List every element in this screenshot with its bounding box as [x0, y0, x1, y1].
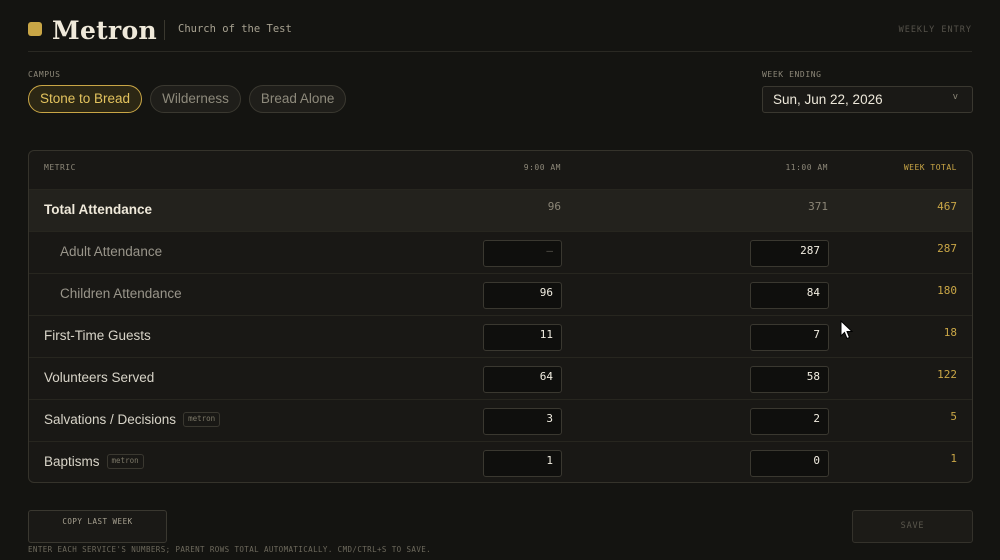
row-label: Children Attendance: [60, 286, 182, 301]
service-1-input[interactable]: –: [483, 240, 562, 267]
table-row-salvations-decisions: Salvations / Decisions metron 3 2 5: [29, 399, 972, 441]
metric-tag-badge: metron: [183, 412, 221, 427]
row-label: Baptisms metron: [44, 454, 144, 469]
brand-name: Metron: [52, 16, 157, 45]
row-label-text: Total Attendance: [44, 202, 153, 217]
campus-pill-wilderness[interactable]: Wilderness: [150, 85, 241, 113]
computed-value-service-2: 371: [808, 200, 828, 213]
week-ending-select[interactable]: Sun, Jun 22, 2026 v: [762, 86, 973, 113]
chevron-down-icon: v: [952, 92, 958, 102]
app-header: Metron Church of the Test WEEKLY ENTRY: [28, 14, 972, 52]
column-header-service-1: 9:00 AM: [523, 163, 561, 172]
week-total-value: 467: [937, 200, 957, 213]
row-label: Total Attendance: [44, 202, 152, 217]
week-ending-label: WEEK ENDING: [762, 70, 822, 79]
church-name: Church of the Test: [178, 23, 292, 35]
table-row-first-time-guests: First-Time Guests 11 7 18: [29, 315, 972, 357]
row-label: First-Time Guests: [44, 328, 151, 343]
week-total-value: 5: [950, 410, 957, 423]
table-row-baptisms: Baptisms metron 1 0 1: [29, 441, 972, 482]
metric-tag-badge: metron: [106, 454, 144, 469]
service-1-input[interactable]: 3: [483, 408, 562, 435]
row-label: Salvations / Decisions metron: [44, 412, 221, 427]
service-2-input[interactable]: 2: [750, 408, 829, 435]
week-total-value: 1: [950, 452, 957, 465]
service-1-input[interactable]: 96: [483, 282, 562, 309]
row-label: Adult Attendance: [60, 244, 162, 259]
service-2-input[interactable]: 0: [750, 450, 829, 477]
service-1-input[interactable]: 11: [483, 324, 562, 351]
copy-last-week-button[interactable]: COPY LAST WEEK: [28, 510, 167, 543]
column-header-metric: METRIC: [44, 163, 76, 172]
service-2-input[interactable]: 287: [750, 240, 829, 267]
table-row-total-attendance: Total Attendance 96 371 467: [29, 189, 972, 231]
week-total-value: 180: [937, 284, 957, 297]
save-button[interactable]: SAVE: [852, 510, 973, 543]
campus-selector: Stone to Bread Wilderness Bread Alone: [28, 85, 347, 113]
table-row-adult-attendance: Adult Attendance – 287 287: [29, 231, 972, 273]
week-total-value: 18: [943, 326, 957, 339]
keyboard-hint: ENTER EACH SERVICE'S NUMBERS; PARENT ROW…: [28, 545, 432, 554]
table-row-volunteers-served: Volunteers Served 64 58 122: [29, 357, 972, 399]
campus-label: CAMPUS: [28, 70, 61, 79]
computed-value-service-1: 96: [547, 200, 561, 213]
campus-pill-bread-alone[interactable]: Bread Alone: [248, 85, 347, 113]
logo-mark: [28, 22, 42, 36]
service-1-input[interactable]: 64: [483, 366, 562, 393]
row-label-text: Children Attendance: [60, 286, 182, 301]
table-header: METRIC 9:00 AM 11:00 AM WEEK TOTAL: [29, 151, 972, 189]
column-header-service-2: 11:00 AM: [785, 163, 828, 172]
table-row-children-attendance: Children Attendance 96 84 180: [29, 273, 972, 315]
week-ending-value: Sun, Jun 22, 2026: [773, 92, 883, 107]
week-total-value: 287: [937, 242, 957, 255]
service-2-input[interactable]: 58: [750, 366, 829, 393]
row-label: Volunteers Served: [44, 370, 154, 385]
column-header-week-total: WEEK TOTAL: [903, 163, 957, 172]
mouse-cursor-icon: [840, 320, 854, 340]
row-label-text: Adult Attendance: [60, 244, 163, 259]
service-2-input[interactable]: 84: [750, 282, 829, 309]
week-total-value: 122: [937, 368, 957, 381]
campus-pill-stone-to-bread[interactable]: Stone to Bread: [28, 85, 143, 113]
service-2-input[interactable]: 7: [750, 324, 829, 351]
metrics-table: METRIC 9:00 AM 11:00 AM WEEK TOTAL Total…: [28, 150, 973, 483]
service-1-input[interactable]: 1: [483, 450, 562, 477]
header-divider: [164, 20, 165, 40]
row-label-text: First-Time Guests: [44, 328, 151, 343]
mode-label: WEEKLY ENTRY: [898, 25, 972, 35]
row-label-text: Baptisms: [44, 454, 100, 469]
row-label-text: Volunteers Served: [44, 370, 155, 385]
row-label-text: Salvations / Decisions: [44, 412, 177, 427]
